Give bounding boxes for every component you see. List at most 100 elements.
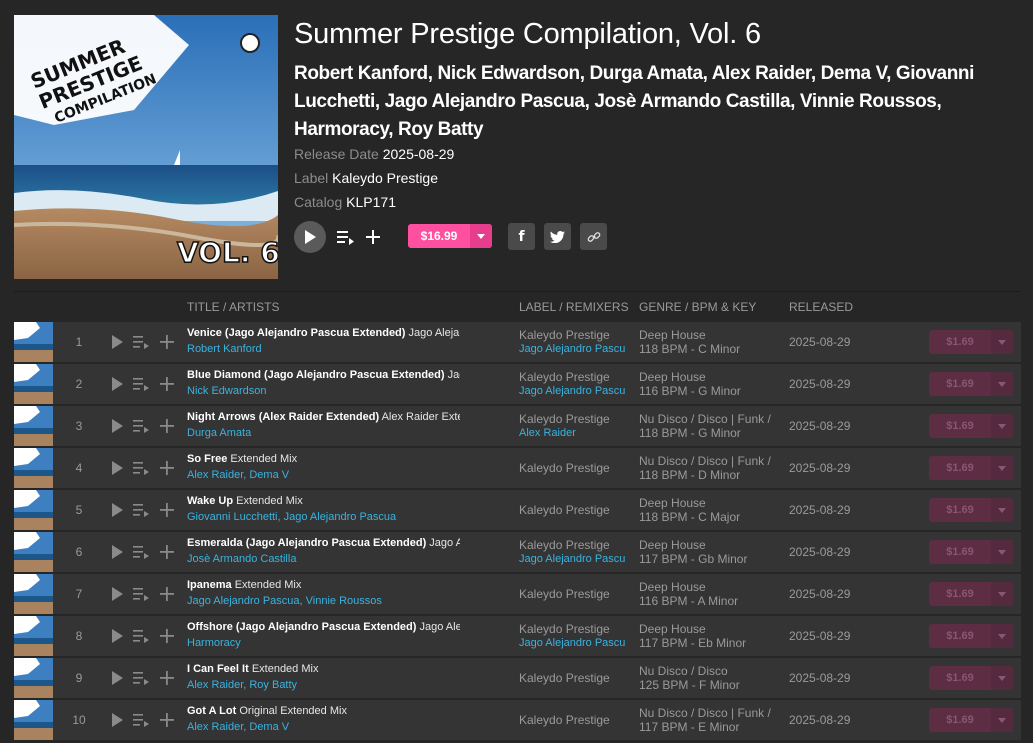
track-label[interactable]: Kaleydo Prestige [519, 671, 625, 685]
track-remixers[interactable]: Jago Alejandro Pascua [519, 637, 625, 649]
track-label[interactable]: Kaleydo Prestige [519, 461, 625, 475]
track-thumbnail[interactable] [14, 574, 53, 614]
chevron-down-icon[interactable] [991, 456, 1013, 480]
track-genre[interactable]: Deep House [639, 328, 773, 342]
add-to-playlist-icon[interactable] [158, 585, 176, 603]
play-icon[interactable] [108, 669, 126, 687]
play-icon[interactable] [108, 375, 126, 393]
track-label[interactable]: Kaleydo Prestige [519, 328, 625, 342]
track-title[interactable]: I Can Feel It Extended Mix [187, 663, 460, 675]
add-to-playlist-icon[interactable] [158, 417, 176, 435]
track-title[interactable]: Wake Up Extended Mix [187, 495, 460, 507]
chevron-down-icon[interactable] [991, 414, 1013, 438]
track-row[interactable]: 2 Blue Diamond (Jago Alejandro Pascua Ex… [14, 364, 1021, 404]
buy-track-button[interactable]: $1.69 [929, 498, 1013, 522]
track-thumbnail[interactable] [14, 322, 53, 362]
add-to-queue-icon[interactable] [132, 543, 150, 561]
track-artists[interactable]: Jago Alejandro Pascua, Vinnie Roussos [187, 595, 382, 607]
track-artists[interactable]: Alex Raider, Dema V [187, 469, 289, 481]
add-to-playlist-icon[interactable] [363, 227, 383, 247]
add-to-queue-icon[interactable] [335, 227, 355, 247]
track-genre[interactable]: Nu Disco / Disco | Funk / Soul [639, 454, 773, 468]
buy-track-button[interactable]: $1.69 [929, 540, 1013, 564]
col-genre[interactable]: GENRE / BPM & KEY [639, 300, 756, 314]
add-to-playlist-icon[interactable] [158, 333, 176, 351]
track-genre[interactable]: Nu Disco / Disco [639, 664, 773, 678]
add-to-playlist-icon[interactable] [158, 459, 176, 477]
play-icon[interactable] [108, 333, 126, 351]
chevron-down-icon[interactable] [991, 540, 1013, 564]
track-artists[interactable]: Robert Kanford [187, 343, 262, 355]
play-icon[interactable] [108, 459, 126, 477]
add-to-playlist-icon[interactable] [158, 669, 176, 687]
add-to-playlist-icon[interactable] [158, 501, 176, 519]
track-title[interactable]: Ipanema Extended Mix [187, 579, 460, 591]
track-row[interactable]: 3 Night Arrows (Alex Raider Extended) Al… [14, 406, 1021, 446]
track-genre[interactable]: Deep House [639, 496, 773, 510]
buy-release-button[interactable]: $16.99 [408, 224, 492, 248]
col-released[interactable]: RELEASED [789, 300, 853, 314]
buy-track-button[interactable]: $1.69 [929, 372, 1013, 396]
add-to-queue-icon[interactable] [132, 669, 150, 687]
play-icon[interactable] [108, 501, 126, 519]
add-to-queue-icon[interactable] [132, 627, 150, 645]
track-artists[interactable]: Nick Edwardson [187, 385, 266, 397]
track-thumbnail[interactable] [14, 448, 53, 488]
track-artists[interactable]: Harmoracy [187, 637, 241, 649]
release-cover-art[interactable]: SUMMER PRESTIGE COMPILATION VOL. 6 [14, 15, 278, 279]
add-to-playlist-icon[interactable] [158, 711, 176, 729]
track-label[interactable]: Kaleydo Prestige [519, 412, 625, 426]
track-remixers[interactable]: Alex Raider [519, 427, 625, 439]
track-genre[interactable]: Deep House [639, 370, 773, 384]
chevron-down-icon[interactable] [991, 372, 1013, 396]
buy-track-button[interactable]: $1.69 [929, 624, 1013, 648]
chevron-down-icon[interactable] [991, 330, 1013, 354]
track-row[interactable]: 8 Offshore (Jago Alejandro Pascua Extend… [14, 616, 1021, 656]
add-to-queue-icon[interactable] [132, 501, 150, 519]
artist-link[interactable]: Josè Armando Castilla [594, 91, 790, 112]
artist-link[interactable]: Dema V [821, 63, 887, 84]
share-facebook-button[interactable]: f [508, 223, 535, 250]
add-to-queue-icon[interactable] [132, 711, 150, 729]
chevron-down-icon[interactable] [991, 666, 1013, 690]
track-row[interactable]: 5 Wake Up Extended Mix Giovanni Lucchett… [14, 490, 1021, 530]
track-row[interactable]: 6 Esmeralda (Jago Alejandro Pascua Exten… [14, 532, 1021, 572]
track-genre[interactable]: Nu Disco / Disco | Funk / Soul [639, 706, 773, 720]
buy-track-button[interactable]: $1.69 [929, 330, 1013, 354]
artist-link[interactable]: Nick Edwardson [438, 63, 581, 84]
track-label[interactable]: Kaleydo Prestige [519, 622, 625, 636]
add-to-queue-icon[interactable] [132, 333, 150, 351]
add-to-queue-icon[interactable] [132, 375, 150, 393]
track-row[interactable]: 9 I Can Feel It Extended Mix Alex Raider… [14, 658, 1021, 698]
chevron-down-icon[interactable] [991, 498, 1013, 522]
col-title[interactable]: TITLE / ARTISTS [187, 300, 279, 314]
track-title[interactable]: So Free Extended Mix [187, 453, 460, 465]
chevron-down-icon[interactable] [991, 708, 1013, 732]
buy-track-button[interactable]: $1.69 [929, 414, 1013, 438]
buy-track-button[interactable]: $1.69 [929, 582, 1013, 606]
copy-link-button[interactable] [580, 223, 607, 250]
track-row[interactable]: 4 So Free Extended Mix Alex Raider, Dema… [14, 448, 1021, 488]
add-to-playlist-icon[interactable] [158, 375, 176, 393]
track-title[interactable]: Blue Diamond (Jago Alejandro Pascua Exte… [187, 369, 460, 381]
chevron-down-icon[interactable] [991, 582, 1013, 606]
track-genre[interactable]: Deep House [639, 622, 773, 636]
play-icon[interactable] [108, 543, 126, 561]
add-to-playlist-icon[interactable] [158, 543, 176, 561]
track-label[interactable]: Kaleydo Prestige [519, 370, 625, 384]
track-artists[interactable]: Durga Amata [187, 427, 251, 439]
track-artists[interactable]: Josè Armando Castilla [187, 553, 296, 565]
track-label[interactable]: Kaleydo Prestige [519, 587, 625, 601]
buy-track-button[interactable]: $1.69 [929, 708, 1013, 732]
track-title[interactable]: Venice (Jago Alejandro Pascua Extended) … [187, 327, 460, 339]
track-artists[interactable]: Giovanni Lucchetti, Jago Alejandro Pascu… [187, 511, 396, 523]
track-remixers[interactable]: Jago Alejandro Pascua [519, 343, 625, 355]
share-twitter-button[interactable] [544, 223, 571, 250]
play-icon[interactable] [108, 711, 126, 729]
artist-link[interactable]: Vinnie Roussos [800, 91, 937, 112]
track-row[interactable]: 1 Venice (Jago Alejandro Pascua Extended… [14, 322, 1021, 362]
track-label[interactable]: Kaleydo Prestige [519, 538, 625, 552]
play-icon[interactable] [108, 417, 126, 435]
play-icon[interactable] [108, 585, 126, 603]
track-thumbnail[interactable] [14, 532, 53, 572]
